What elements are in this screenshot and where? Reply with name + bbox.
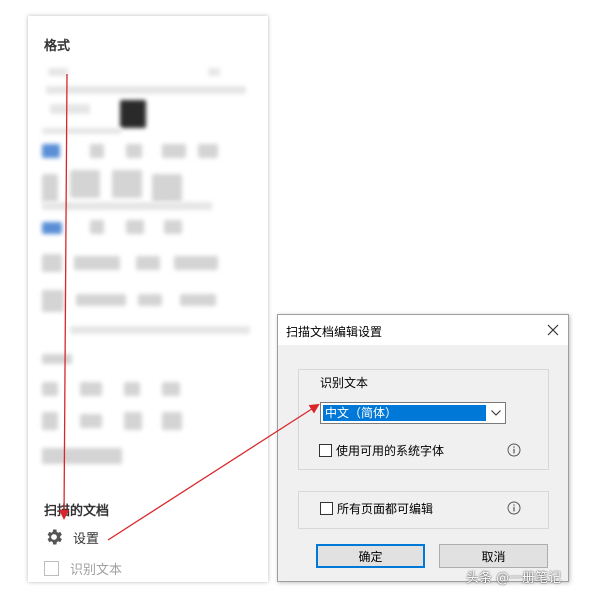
recognize-text-option: 识别文本 <box>44 558 122 578</box>
format-panel-title: 格式 <box>44 39 71 54</box>
use-system-fonts-label: 使用可用的系统字体 <box>336 443 445 458</box>
language-selected-value: 中文（简体） <box>323 405 486 421</box>
settings-button[interactable]: 设置 <box>44 526 99 548</box>
all-pages-editable-label: 所有页面都可编辑 <box>337 501 434 516</box>
use-system-fonts-option[interactable]: 使用可用的系统字体 <box>319 442 444 458</box>
language-dropdown[interactable]: 中文（简体） <box>320 402 506 424</box>
watermark: 头条 @一册笔记 <box>466 571 562 586</box>
recognize-text-group: 识别文本 中文（简体） 使用可用的系统字体 <box>298 369 549 470</box>
all-pages-editable-option[interactable]: 所有页面都可编辑 <box>320 500 433 516</box>
dropdown-arrow[interactable] <box>487 403 505 423</box>
use-system-fonts-checkbox[interactable] <box>319 443 332 457</box>
info-icon[interactable] <box>507 501 521 515</box>
ok-button[interactable]: 确定 <box>316 544 425 568</box>
blurred-format-options <box>40 64 256 484</box>
format-panel: 格式 扫描的文档 设置 识别文本 <box>28 16 268 582</box>
info-icon[interactable] <box>507 443 521 457</box>
all-pages-group: 所有页面都可编辑 <box>298 491 549 529</box>
all-pages-editable-checkbox[interactable] <box>320 501 333 515</box>
scan-settings-dialog: 扫描文档编辑设置 识别文本 中文（简体） 使用可用的系统字体 所有页面都可编辑 … <box>277 314 569 582</box>
gear-icon <box>47 529 62 545</box>
dialog-titlebar: 扫描文档编辑设置 <box>278 315 568 345</box>
dialog-title: 扫描文档编辑设置 <box>286 325 383 339</box>
settings-label: 设置 <box>73 531 100 547</box>
recognize-text-checkbox <box>44 560 59 576</box>
close-icon <box>547 324 559 336</box>
recognize-text-label: 识别文本 <box>70 562 123 578</box>
cancel-button[interactable]: 取消 <box>439 544 548 568</box>
scanned-document-section-title: 扫描的文档 <box>44 504 110 519</box>
chevron-down-icon <box>491 410 501 416</box>
recognize-text-group-label: 识别文本 <box>320 376 369 390</box>
close-button[interactable] <box>540 317 566 343</box>
